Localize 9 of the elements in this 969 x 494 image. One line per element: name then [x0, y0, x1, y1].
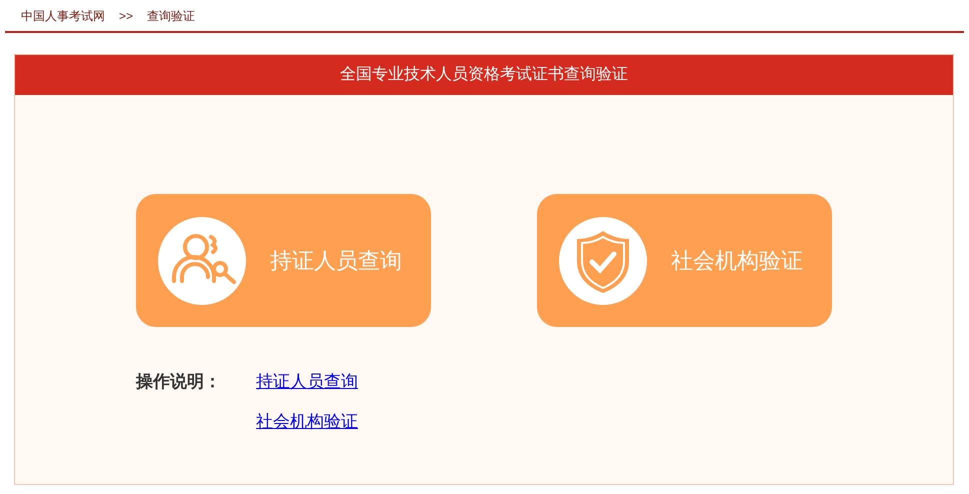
breadcrumb-link[interactable]: 中国人事考试网 — [21, 6, 105, 24]
breadcrumb-separator: >> — [119, 8, 134, 24]
person-search-icon — [158, 216, 246, 304]
instructions-label: 操作说明： — [136, 371, 222, 393]
breadcrumb-link[interactable]: 查询验证 — [147, 6, 196, 24]
panel-title: 全国专业技术人员资格考试证书查询验证 — [15, 55, 953, 95]
instruction-link[interactable]: 社会机构验证 — [256, 411, 358, 433]
instruction-link[interactable]: 持证人员查询 — [256, 371, 358, 393]
shield-check-icon — [559, 216, 647, 304]
